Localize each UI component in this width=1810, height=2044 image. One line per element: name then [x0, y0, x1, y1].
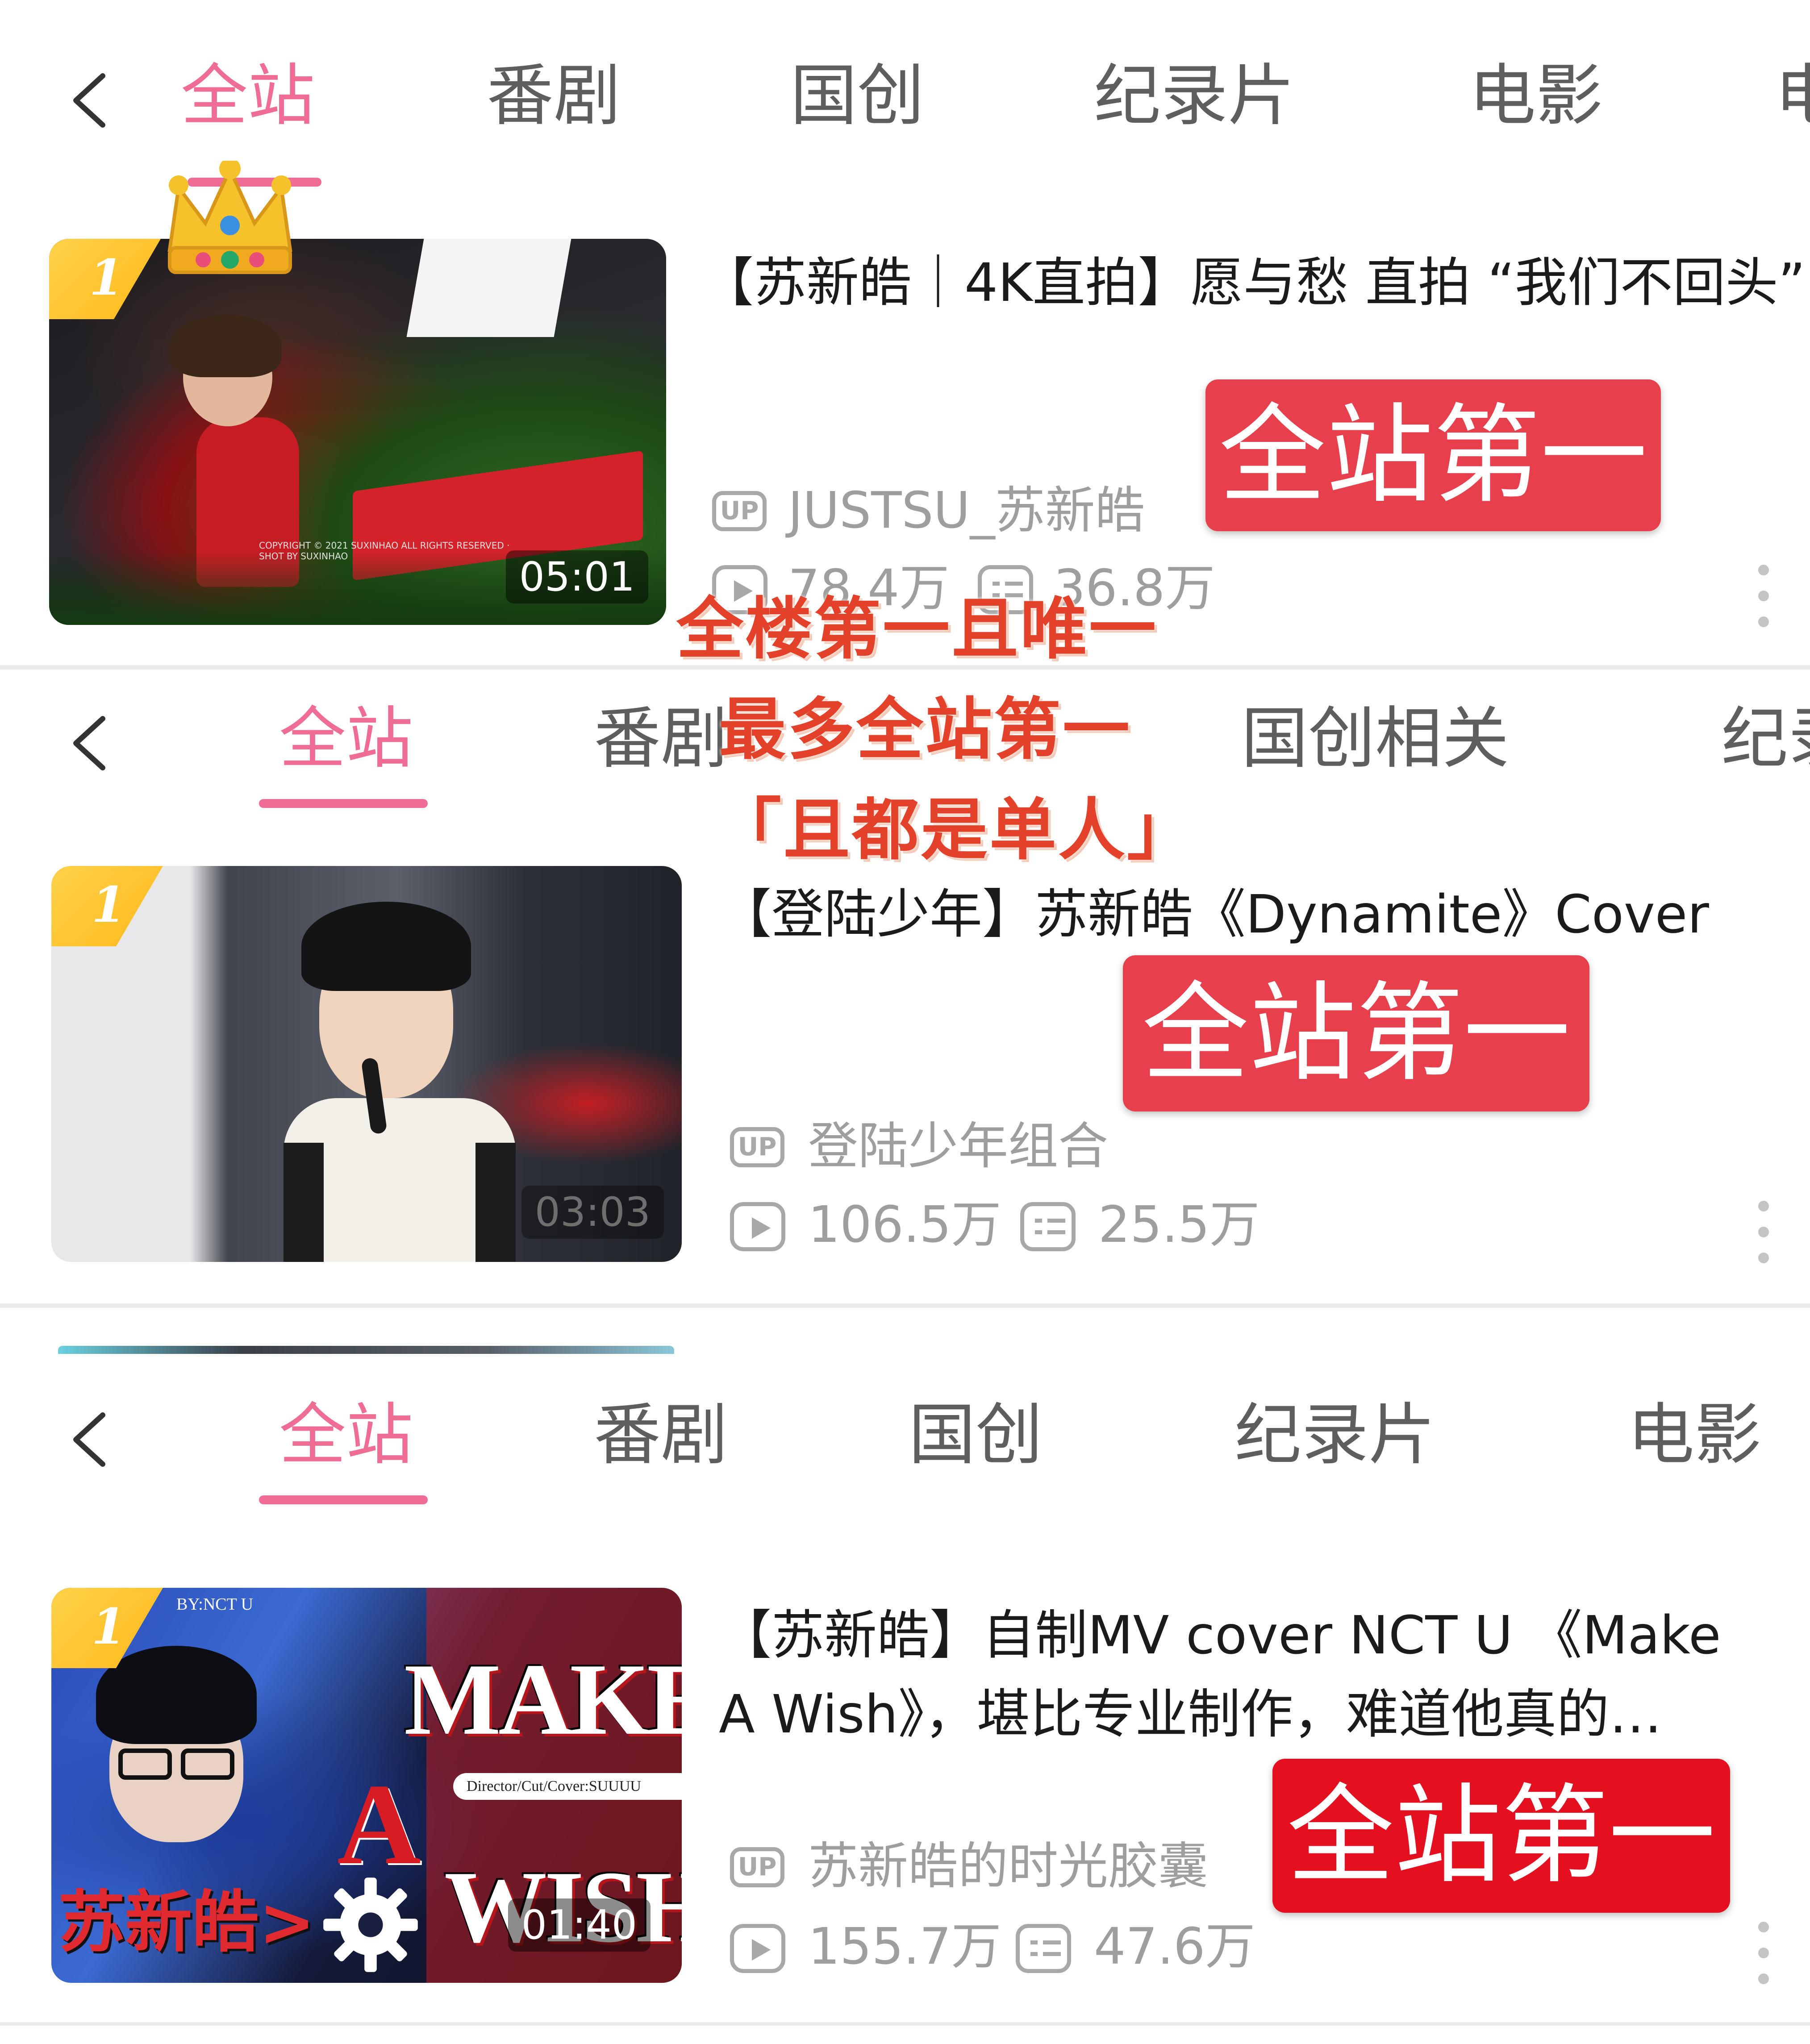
up-icon: UP [712, 491, 767, 531]
panel-separator [0, 1303, 1810, 1308]
tab-guochuang[interactable]: 国创 [790, 62, 924, 129]
tab-bangumi[interactable]: 番剧 [594, 1402, 728, 1469]
video-duration: 05:01 [505, 550, 648, 604]
play-count-icon [730, 1924, 785, 1973]
up-icon: UP [730, 1127, 784, 1167]
annotation-line-1: 全楼第一且唯一 [676, 591, 1158, 668]
video-title-line-1[interactable]: 【苏新皓】自制MV cover NCT U 《Make [719, 1596, 1790, 1675]
danmaku-icon [1016, 1924, 1071, 1973]
play-count-icon [730, 1202, 785, 1251]
thumbnail-name-text: 苏新皓> [58, 1884, 315, 1961]
category-tab-bar: 全站 番剧 国创 纪录片 电影 电 [0, 45, 1810, 187]
gear-icon [323, 1877, 418, 1972]
tab-documentary[interactable]: 纪录片 [1094, 62, 1295, 129]
ranking-panel-1: 全站 番剧 国创 纪录片 电影 电 1 COPYRIGHT © 2021 SUX… [0, 0, 1810, 665]
tab-all-site[interactable]: 全站 [279, 1402, 413, 1469]
thumbnail-a-text: A [337, 1760, 421, 1889]
active-tab-underline [259, 1495, 428, 1504]
thumbnail-credit-text: Director/Cut/Cover:SUUUU [453, 1773, 682, 1800]
rank-stamp: 全站第一 [1123, 955, 1589, 1112]
video-thumbnail[interactable]: 1 03:03 [51, 866, 682, 1262]
more-dots-icon[interactable] [1757, 565, 1770, 627]
tab-partial-next[interactable]: 电 [1775, 62, 1810, 129]
danmaku-icon [1020, 1202, 1076, 1251]
video-thumbnail[interactable]: BY:NCT U MAKE A Director/Cut/Cover:SUUUU… [51, 1588, 682, 1983]
tab-documentary[interactable]: 纪录片 [1234, 1402, 1435, 1469]
tab-bangumi[interactable]: 番剧 [594, 705, 728, 772]
video-title[interactable]: 【苏新皓｜4K直拍】愿与愁 直拍 “我们不回头” [701, 243, 1806, 322]
tab-all-site[interactable]: 全站 [279, 705, 413, 772]
rank-stamp: 全站第一 [1272, 1759, 1730, 1913]
more-dots-icon[interactable] [1757, 1922, 1770, 1984]
thumbnail-by-text: BY:NCT U [176, 1595, 254, 1614]
up-icon: UP [730, 1847, 784, 1887]
danmaku-count: 47.6万 [1094, 1918, 1255, 1976]
tab-bangumi[interactable]: 番剧 [487, 62, 621, 129]
video-duration: 01:40 [508, 1898, 651, 1952]
tab-guochuang[interactable]: 国创 [909, 1402, 1043, 1469]
rank-number: 1 [89, 249, 124, 306]
tab-movie[interactable]: 电影 [1469, 62, 1603, 129]
tab-documentary-partial[interactable]: 纪录 [1721, 705, 1810, 772]
rank-number: 1 [92, 1598, 126, 1655]
back-chevron-icon[interactable] [67, 71, 112, 129]
active-tab-underline [259, 799, 428, 808]
view-count: 106.5万 [808, 1196, 1001, 1254]
danmaku-count: 25.5万 [1098, 1196, 1260, 1254]
rank-stamp: 全站第一 [1205, 379, 1661, 531]
video-title-line-2[interactable]: A Wish》，堪比专业制作，难道他真的… [719, 1675, 1790, 1754]
video-duration: 03:03 [521, 1186, 664, 1239]
thumbnail-copyright-text: COPYRIGHT © 2021 SUXINHAO ALL RIGHTS RES… [259, 540, 510, 562]
next-thumbnail-edge [58, 1346, 674, 1354]
rank-number: 1 [92, 876, 126, 933]
tab-movie[interactable]: 电影 [1627, 1402, 1761, 1469]
tab-guochuang-related[interactable]: 国创相关 [1241, 705, 1509, 772]
uploader-name[interactable]: JUSTSU_苏新皓 [788, 486, 1145, 536]
annotation-line-3: 「且都是单人」 [714, 791, 1196, 869]
panel-separator [0, 2022, 1810, 2026]
back-chevron-icon[interactable] [67, 714, 112, 772]
uploader-name[interactable]: 苏新皓的时光胶囊 [808, 1841, 1208, 1891]
view-count: 155.7万 [808, 1918, 1001, 1976]
video-thumbnail[interactable]: 1 COPYRIGHT © 2021 SUXINHAO ALL RIGHTS R… [49, 239, 666, 625]
tab-all-site[interactable]: 全站 [181, 62, 315, 129]
uploader-name[interactable]: 登陆少年组合 [808, 1121, 1108, 1171]
more-dots-icon[interactable] [1757, 1201, 1770, 1263]
crown-icon [167, 161, 292, 274]
ranking-panel-3: 全站 番剧 国创 纪录片 电影 BY:NCT U MAKE A Director… [0, 1357, 1810, 2022]
annotation-line-2: 最多全站第一 [719, 691, 1132, 769]
category-tab-bar: 全站 番剧 国创 纪录片 电影 [0, 1384, 1810, 1504]
video-title[interactable]: 【登陆少年】苏新皓《Dynamite》Cover [719, 875, 1790, 954]
back-chevron-icon[interactable] [67, 1411, 112, 1469]
thumbnail-make-text: MAKE [404, 1642, 682, 1756]
